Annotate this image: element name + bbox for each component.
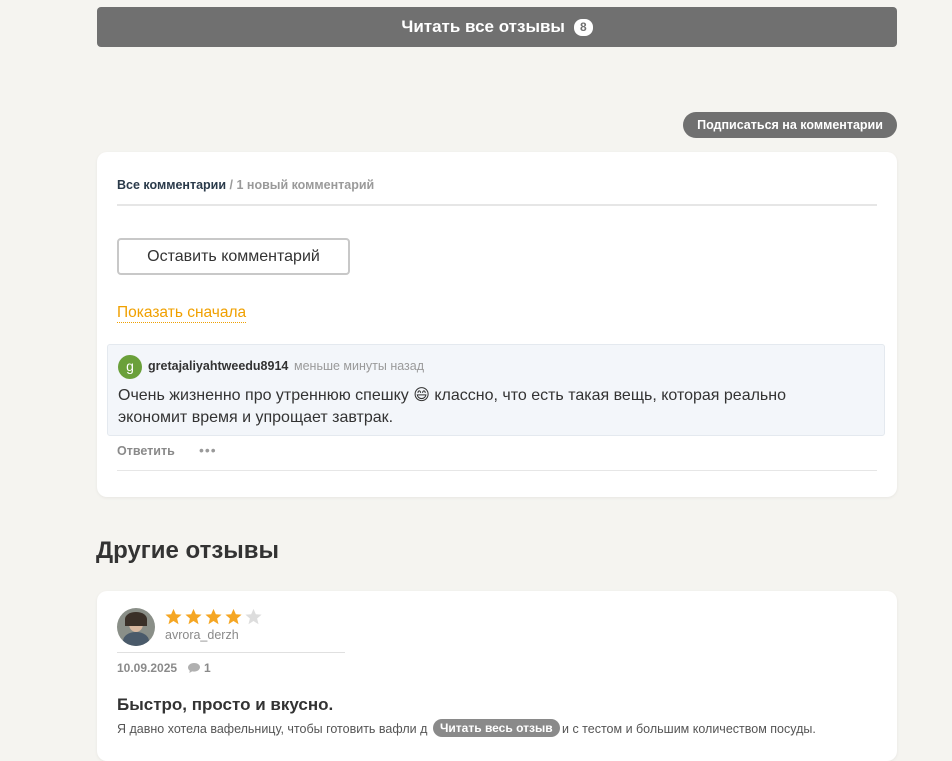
avatar[interactable]: g xyxy=(118,355,142,379)
star-filled-icon xyxy=(165,608,182,625)
review-card: avrora_derzh 10.09.2025 1 Быстро, просто… xyxy=(97,591,897,761)
star-filled-icon xyxy=(185,608,202,625)
comments-section: Все комментарии / 1 новый комментарий Ос… xyxy=(97,152,897,497)
review-date: 10.09.2025 xyxy=(117,661,178,675)
reviews-count-badge: 8 xyxy=(573,18,593,36)
review-excerpt-end: и с тестом и большим количеством посуды. xyxy=(562,722,816,736)
comments-tabs: Все комментарии / 1 новый комментарий xyxy=(117,178,877,206)
divider xyxy=(117,470,877,471)
tab-new-comments[interactable]: 1 новый комментарий xyxy=(236,178,374,192)
comment-item: g gretajaliyahtweedu8914 меньше минуты н… xyxy=(107,344,885,436)
star-filled-icon xyxy=(205,608,222,625)
sort-order-link[interactable]: Показать сначала xyxy=(117,304,247,323)
star-filled-icon xyxy=(225,608,242,625)
subscribe-comments-button[interactable]: Подписаться на комментарии xyxy=(683,112,897,138)
star-empty-icon xyxy=(245,608,262,625)
read-all-reviews-button[interactable]: Читать все отзывы 8 xyxy=(97,7,897,47)
reply-button[interactable]: Ответить xyxy=(117,444,175,458)
tab-separator: / xyxy=(226,178,237,192)
review-title[interactable]: Быстро, просто и вкусно. xyxy=(117,695,333,715)
leave-comment-button[interactable]: Оставить комментарий xyxy=(117,238,350,275)
avatar[interactable] xyxy=(117,608,155,646)
divider xyxy=(117,652,345,653)
rating-stars xyxy=(164,608,263,626)
tab-all-comments[interactable]: Все комментарии xyxy=(117,178,226,192)
comment-bubble-icon xyxy=(188,663,200,673)
more-options-icon[interactable]: ••• xyxy=(199,442,217,458)
review-author[interactable]: avrora_derzh xyxy=(165,628,239,642)
read-full-review-button[interactable]: Читать весь отзыв xyxy=(433,719,560,737)
comment-text: Очень жизненно про утреннюю спешку 😄 кла… xyxy=(118,387,786,426)
review-excerpt-start: Я давно хотела вафельницу, чтобы готовит… xyxy=(117,722,428,736)
other-reviews-heading: Другие отзывы xyxy=(96,537,280,564)
comment-count-value: 1 xyxy=(204,661,211,675)
review-comments-count[interactable]: 1 xyxy=(187,661,211,675)
comment-author[interactable]: gretajaliyahtweedu8914 xyxy=(148,359,288,373)
read-all-reviews-label: Читать все отзывы xyxy=(401,17,565,36)
comment-time: меньше минуты назад xyxy=(294,359,425,373)
